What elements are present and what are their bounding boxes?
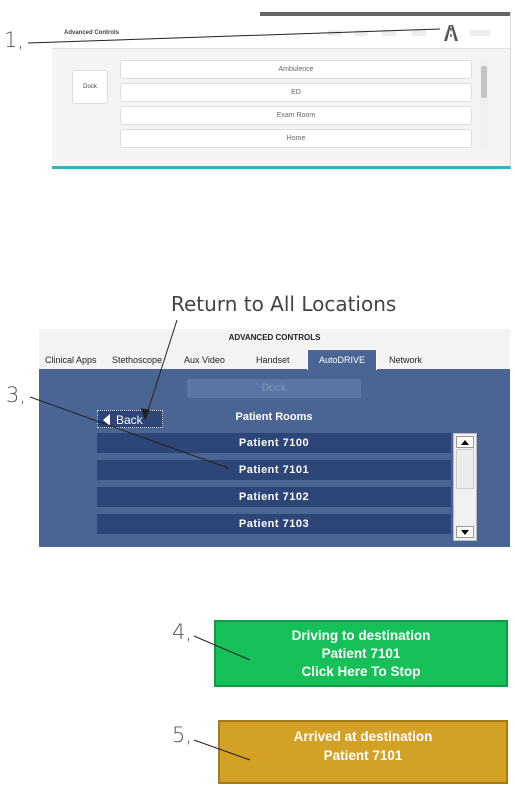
location-list-scrollbar[interactable] (480, 60, 488, 150)
faded-tab[interactable] (412, 30, 426, 36)
tab-autodrive[interactable]: AutoDRIVE (307, 349, 377, 370)
tab-stethoscope[interactable]: Stethoscope (112, 351, 162, 369)
tab-clinical-apps[interactable]: Clinical Apps (45, 351, 97, 369)
panel-1-top-strip (260, 12, 510, 16)
driving-status-banner[interactable]: Driving to destination Patient 7101 Clic… (214, 620, 508, 687)
room-item-7102[interactable]: Patient 7102 (97, 487, 451, 507)
tab-network[interactable]: Network (389, 351, 422, 369)
back-button[interactable]: Back (97, 410, 163, 428)
location-item-exam-room[interactable]: Exam Room (120, 106, 472, 125)
location-item-home[interactable]: Home (120, 129, 472, 148)
scrollbar-thumb[interactable] (481, 66, 487, 98)
scroll-up-button[interactable] (456, 436, 474, 448)
tab-handset[interactable]: Handset (256, 351, 290, 369)
banner-arrived-line-1: Arrived at destination (293, 729, 433, 744)
panel-1-title: Advanced Controls (64, 30, 120, 36)
banner-driving-line-3: Click Here To Stop (301, 664, 421, 679)
faded-tab[interactable] (382, 30, 396, 36)
panel-1-advanced-controls: Advanced Controls Dock Ambulence ED Exam… (52, 12, 511, 169)
panel-3-autodrive: ADVANCED CONTROLS Clinical Apps Stethosc… (39, 329, 510, 547)
banner-arrived-line-2: Patient 7101 (323, 748, 403, 763)
banner-driving-line-2: Patient 7101 (321, 646, 401, 661)
arrived-status-banner: Arrived at destination Patient 7101 (218, 720, 508, 784)
panel-3-title: ADVANCED CONTROLS (228, 333, 321, 342)
room-item-7103[interactable]: Patient 7103 (97, 514, 451, 534)
step-5-label: 5, (172, 723, 193, 747)
faded-tab[interactable] (328, 30, 342, 36)
scrollbar-thumb[interactable] (456, 449, 474, 489)
location-item-ambulence[interactable]: Ambulence (120, 60, 472, 79)
step-4-label: 4, (172, 620, 193, 644)
dock-button[interactable]: Dock (187, 379, 361, 398)
room-item-7100[interactable]: Patient 7100 (97, 433, 451, 453)
room-item-7101[interactable]: Patient 7101 (97, 460, 451, 480)
chevron-up-icon (461, 440, 469, 445)
back-button-label: Back (116, 413, 143, 427)
tab-aux-video[interactable]: Aux Video (184, 351, 225, 369)
scroll-down-button[interactable] (456, 526, 474, 538)
faded-tab[interactable] (470, 30, 490, 36)
room-list-scrollbar[interactable] (453, 433, 477, 541)
faded-tab[interactable] (354, 30, 368, 36)
road-navigation-icon[interactable] (442, 24, 460, 42)
location-item-ed[interactable]: ED (120, 83, 472, 102)
dock-button[interactable]: Dock (72, 70, 108, 104)
step-3-label: 3, (6, 383, 27, 407)
return-callout-text: Return to All Locations (171, 292, 397, 316)
banner-driving-line-1: Driving to destination (291, 628, 431, 643)
step-1-label: 1, (4, 28, 25, 52)
chevron-down-icon (461, 530, 469, 535)
section-title: Patient Rooms (235, 411, 313, 423)
back-arrow-icon (103, 414, 110, 426)
